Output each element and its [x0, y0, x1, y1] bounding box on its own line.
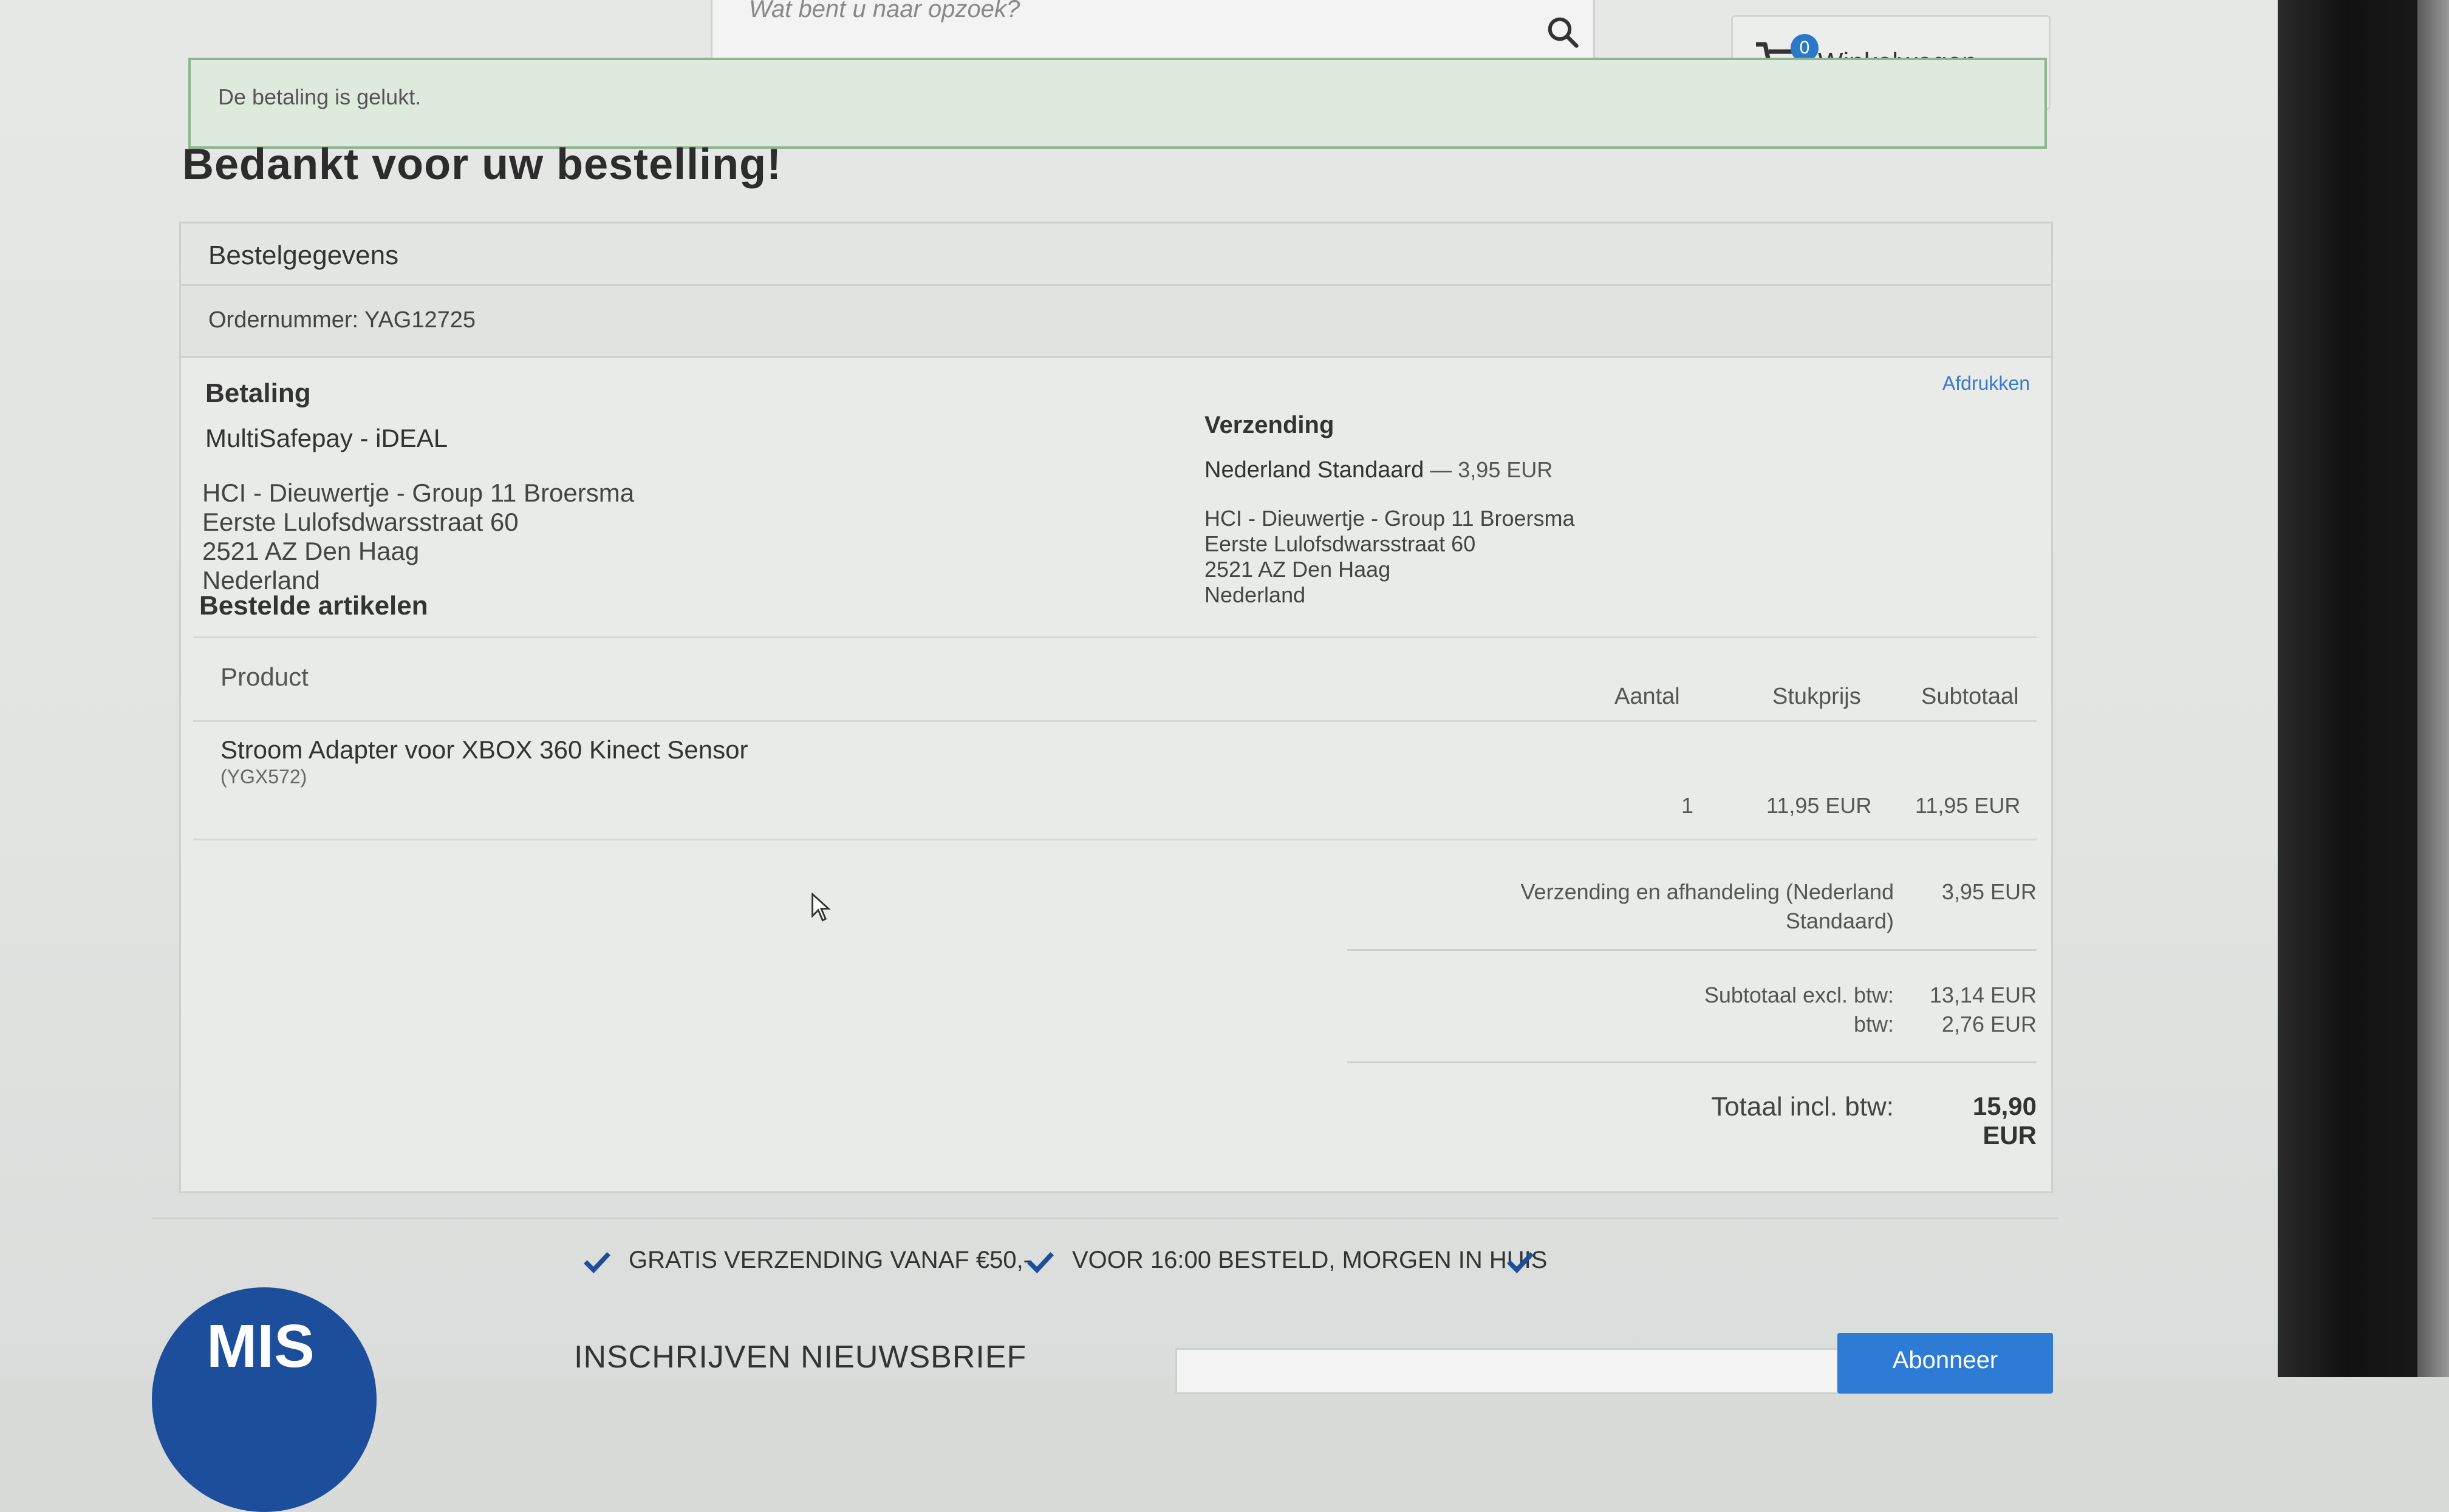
payment-method: MultiSafepay - iDEAL	[205, 424, 448, 452]
print-link[interactable]: Afdrukken	[1942, 372, 2030, 395]
newsletter-heading: INSCHRIJVEN NIEUWSBRIEF	[574, 1340, 1027, 1375]
check-icon	[1507, 1251, 1534, 1273]
order-details-panel: Bestelgegevens Ordernummer: YAG12725 Afd…	[179, 222, 2053, 1193]
usp-free-shipping: GRATIS VERZENDING VANAF €50,-	[629, 1247, 1032, 1273]
payment-heading: Betaling	[205, 378, 311, 408]
page-title: Bedankt voor uw bestelling!	[182, 140, 782, 189]
column-header-unit-price: Stukprijs	[1772, 684, 1861, 709]
totals-divider	[1347, 1061, 2037, 1063]
ordered-items-table: Product Aantal Stukprijs Subtotaal Stroo…	[193, 636, 2037, 840]
search-placeholder: Wat bent u naar opzoek?	[749, 0, 1020, 22]
shipping-cost-value: 3,95 EUR	[1941, 879, 2037, 904]
usp-next-day-delivery: VOOR 16:00 BESTELD, MORGEN IN HUIS	[1072, 1247, 1548, 1273]
address-line: HCI - Dieuwertje - Group 11 Broersma	[202, 478, 635, 507]
check-icon	[584, 1251, 610, 1273]
product-subtotal: 11,95 EUR	[1915, 793, 2021, 818]
order-number-row: Ordernummer: YAG12725	[181, 286, 2051, 358]
address-line: 2521 AZ Den Haag	[202, 537, 420, 565]
success-message-text: De betaling is gelukt.	[218, 84, 422, 109]
shipping-address: HCI - Dieuwertje - Group 11 Broersma Eer…	[1204, 506, 1575, 608]
shipping-heading: Verzending	[1204, 412, 1334, 438]
subtotal-excl-value: 13,14 EUR	[1929, 982, 2037, 1007]
mascot-logo-text: MIS	[207, 1312, 315, 1380]
ordered-items-heading: Bestelde artikelen	[199, 591, 428, 621]
product-sku: (YGX572)	[220, 766, 307, 788]
address-line: Nederland	[1204, 582, 1306, 607]
usp-bar: GRATIS VERZENDING VANAF €50,- VOOR 16:00…	[152, 1217, 2059, 1292]
mascot-logo: MIS	[152, 1287, 377, 1512]
vat-value: 2,76 EUR	[1941, 1012, 2037, 1037]
shipping-method-price: — 3,95 EUR	[1424, 457, 1553, 482]
product-name: Stroom Adapter voor XBOX 360 Kinect Sens…	[220, 735, 748, 764]
shipping-cost-label-line1: Verzending en afhandeling (Nederland	[1520, 879, 1894, 904]
grand-total-label: Totaal incl. btw:	[1711, 1092, 1894, 1122]
address-line: 2521 AZ Den Haag	[1204, 557, 1391, 582]
address-line: HCI - Dieuwertje - Group 11 Broersma	[1204, 506, 1575, 531]
panel-heading: Bestelgegevens	[181, 223, 2051, 286]
subtotal-excl-label: Subtotaal excl. btw:	[1704, 982, 1894, 1007]
check-icon	[1027, 1251, 1054, 1273]
address-line: Eerste Lulofsdwarsstraat 60	[202, 508, 519, 536]
monitor-bezel	[2278, 0, 2449, 1377]
vat-label: btw:	[1853, 1012, 1894, 1037]
grand-total-value: 15,90 EUR	[1972, 1092, 2037, 1149]
shipping-method: Nederland Standaard — 3,95 EUR	[1204, 457, 1552, 483]
shipping-cost-label-line2: Standaard)	[1785, 908, 1894, 933]
order-details-heading: Bestelgegevens	[208, 240, 399, 270]
column-header-qty: Aantal	[1614, 684, 1680, 709]
table-divider	[193, 720, 2037, 722]
cursor-icon	[811, 893, 831, 922]
totals-divider	[1347, 949, 2037, 951]
browser-viewport: Wat bent u naar opzoek? 0 Winkelwagen De…	[0, 0, 2278, 1512]
column-header-product: Product	[220, 662, 309, 691]
success-message: De betaling is gelukt.	[188, 58, 2047, 149]
address-line: Eerste Lulofsdwarsstraat 60	[1204, 531, 1476, 556]
product-unit-price: 11,95 EUR	[1766, 793, 1872, 818]
order-number: Ordernummer: YAG12725	[208, 307, 476, 333]
subscribe-button[interactable]: Abonneer	[1837, 1333, 2053, 1394]
product-qty: 1	[1681, 793, 1694, 818]
search-icon[interactable]	[1545, 14, 1581, 50]
column-header-subtotal: Subtotaal	[1921, 684, 2019, 709]
payment-address: HCI - Dieuwertje - Group 11 Broersma Eer…	[202, 478, 634, 595]
shipping-method-name: Nederland Standaard	[1204, 457, 1424, 483]
newsletter-email-field[interactable]	[1175, 1348, 1841, 1394]
